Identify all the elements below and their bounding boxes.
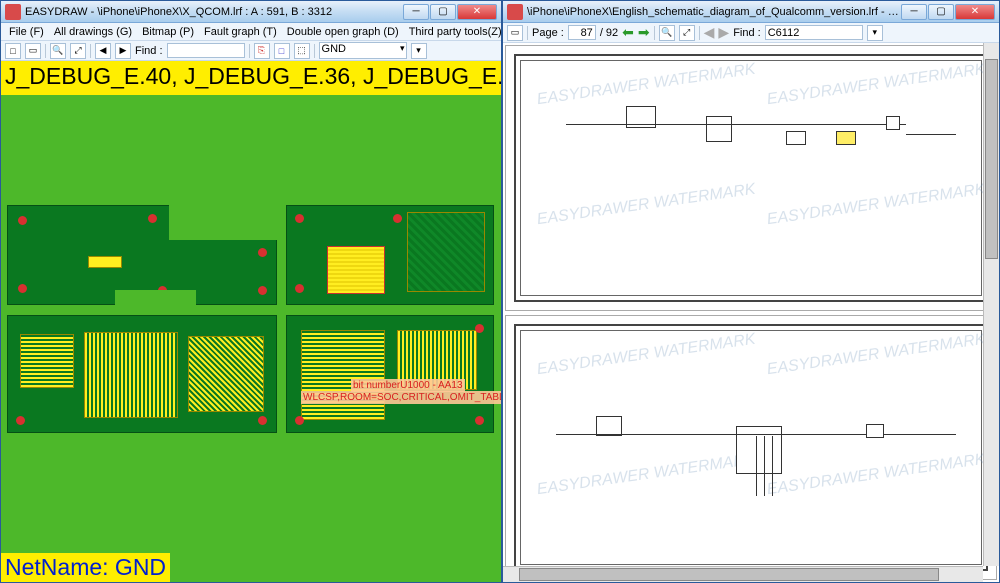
right-toolbar: ▭ Page : / 92 ⬅ ➡ 🔍 ⤢ ◀ ▶ Find : ▾ <box>503 23 999 43</box>
maximize-button[interactable]: ▢ <box>430 4 456 20</box>
tool-nav-left-icon[interactable]: ◀ <box>95 43 111 59</box>
tool-zoom-icon[interactable]: 🔍 <box>659 25 675 41</box>
history-back-icon[interactable]: ◀ <box>704 24 715 41</box>
separator <box>527 26 528 40</box>
find-label: Find : <box>135 45 163 57</box>
page-prev-icon[interactable]: ⬅ <box>622 24 634 41</box>
schematic-page-top[interactable]: EASYDRAWER WATERMARK EASYDRAWER WATERMAR… <box>505 45 997 311</box>
separator <box>249 44 250 58</box>
separator <box>699 26 700 40</box>
annotation-line2: WLCSP,ROOM=SOC,CRITICAL,OMIT_TABLE,SYM 1… <box>301 391 501 404</box>
scrollbar-horizontal[interactable] <box>503 566 983 582</box>
maximize-button[interactable]: ▢ <box>928 4 954 20</box>
tool-dropdown-icon[interactable]: ▾ <box>411 43 427 59</box>
app-icon <box>5 4 21 20</box>
close-button[interactable]: ✕ <box>955 4 995 20</box>
history-fwd-icon[interactable]: ▶ <box>718 24 729 41</box>
page-input[interactable] <box>568 25 596 40</box>
pcb-board <box>286 205 494 305</box>
find-label: Find : <box>733 27 761 39</box>
right-content: EASYDRAWER WATERMARK EASYDRAWER WATERMAR… <box>503 43 999 582</box>
page-label: Page : <box>532 27 564 39</box>
close-button[interactable]: ✕ <box>457 4 497 20</box>
pcb-viewport[interactable]: bit numberU1000 - AA13 WLCSP,ROOM=SOC,CR… <box>1 95 501 582</box>
app-icon <box>507 4 523 20</box>
netname-label: NetName: GND <box>1 553 170 582</box>
menu-bitmap[interactable]: Bitmap (P) <box>138 25 198 39</box>
menu-alldrawings[interactable]: All drawings (G) <box>50 25 136 39</box>
tool-open-icon[interactable]: ▭ <box>25 43 41 59</box>
left-window-title: EASYDRAW - \iPhone\iPhoneX\X_QCOM.lrf : … <box>25 6 402 18</box>
find-input[interactable] <box>167 43 245 58</box>
tool-zoom-icon[interactable]: 🔍 <box>50 43 66 59</box>
right-titlebar[interactable]: \iPhone\iPhoneX\English_schematic_diagra… <box>503 1 999 23</box>
find-input[interactable] <box>765 25 863 40</box>
pcb-board <box>7 315 277 433</box>
scrollbar-vertical[interactable] <box>983 43 999 566</box>
separator <box>45 44 46 58</box>
pcb-board <box>286 315 494 433</box>
menu-thirdparty[interactable]: Third party tools(Z) <box>405 25 506 39</box>
tool-new-icon[interactable]: □ <box>5 43 21 59</box>
right-window-title: \iPhone\iPhoneX\English_schematic_diagra… <box>527 6 900 18</box>
net-combo[interactable]: GND <box>319 42 407 59</box>
right-window: \iPhone\iPhoneX\English_schematic_diagra… <box>502 0 1000 583</box>
minimize-button[interactable]: ─ <box>901 4 927 20</box>
separator <box>654 26 655 40</box>
window-controls: ─ ▢ ✕ <box>900 4 995 20</box>
tool-nav-right-icon[interactable]: ▶ <box>115 43 131 59</box>
tool-b-icon[interactable]: ⎘ <box>254 43 270 59</box>
schematic-page-bottom[interactable]: EASYDRAWER WATERMARK EASYDRAWER WATERMAR… <box>505 315 997 581</box>
tool-a-icon[interactable]: □ <box>274 43 290 59</box>
page-next-icon[interactable]: ➡ <box>638 24 650 41</box>
tool-marker-icon[interactable]: ⬚ <box>294 43 310 59</box>
separator <box>314 44 315 58</box>
page-total: / 92 <box>600 27 618 39</box>
pcb-board <box>7 205 277 305</box>
tool-dropdown-icon[interactable]: ▾ <box>867 25 883 41</box>
minimize-button[interactable]: ─ <box>403 4 429 20</box>
left-window: EASYDRAW - \iPhone\iPhoneX\X_QCOM.lrf : … <box>0 0 502 583</box>
window-controls: ─ ▢ ✕ <box>402 4 497 20</box>
debug-net-bar: J_DEBUG_E.40, J_DEBUG_E.36, J_DEBUG_E.28… <box>1 61 501 95</box>
left-toolbar: □ ▭ 🔍 ⤢ ◀ ▶ Find : ⎘ □ ⬚ GND ▾ <box>1 41 501 61</box>
tool-resize-icon[interactable]: ⤢ <box>70 43 86 59</box>
left-titlebar[interactable]: EASYDRAW - \iPhone\iPhoneX\X_QCOM.lrf : … <box>1 1 501 23</box>
schematic-frame <box>514 54 988 302</box>
left-menubar: File (F) All drawings (G) Bitmap (P) Fau… <box>1 23 501 41</box>
menu-doubleopen[interactable]: Double open graph (D) <box>283 25 403 39</box>
separator <box>90 44 91 58</box>
menu-faultgraph[interactable]: Fault graph (T) <box>200 25 281 39</box>
tool-open-icon[interactable]: ▭ <box>507 25 523 41</box>
menu-file[interactable]: File (F) <box>5 25 48 39</box>
tool-fit-icon[interactable]: ⤢ <box>679 25 695 41</box>
left-content: J_DEBUG_E.40, J_DEBUG_E.36, J_DEBUG_E.28… <box>1 61 501 582</box>
